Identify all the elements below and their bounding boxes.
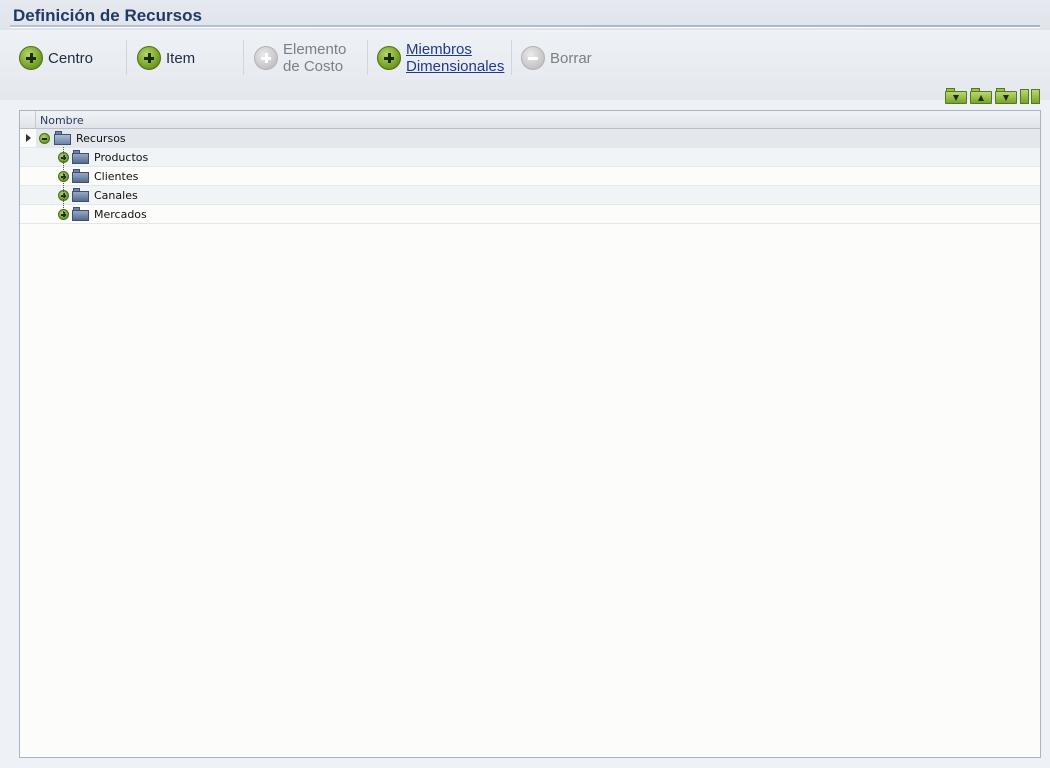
tree-row-clientes[interactable]: Clientes (20, 167, 1040, 186)
add-circle-icon (254, 46, 278, 70)
folder-open-icon (54, 131, 71, 145)
tree-row-productos[interactable]: Productos (20, 148, 1040, 167)
column-header-nombre[interactable]: Nombre (40, 114, 84, 127)
folder-move-up-icon[interactable] (970, 88, 992, 104)
delete-label: Borrar (550, 49, 592, 67)
toolbar-separator (367, 40, 368, 75)
folder-expand-icon[interactable] (995, 88, 1017, 104)
miembros-line-1: Miembros (406, 41, 472, 58)
header-corner (20, 111, 36, 129)
elemento-line-1: Elemento (283, 41, 347, 58)
toolbar-separator (243, 40, 244, 75)
add-elemento-de-costo-label: Elemento de Costo (283, 41, 346, 75)
add-circle-icon (137, 46, 161, 70)
folder-icon (72, 188, 89, 202)
folder-icon (72, 207, 89, 221)
add-item-button[interactable]: Item (137, 38, 195, 78)
tree-node-label: Productos (94, 151, 149, 164)
collapse-icon[interactable] (39, 133, 50, 144)
miembros-line-2: Dimensionales (406, 58, 505, 75)
tree-row-mercados[interactable]: Mercados (20, 205, 1040, 224)
row-indicator-icon (26, 134, 31, 142)
add-centro-label: Centro (48, 49, 94, 67)
add-item-label: Item (166, 49, 196, 67)
page-title: Definición de Recursos (13, 6, 202, 25)
tree-connector (63, 147, 64, 214)
title-divider-highlight (10, 27, 1040, 28)
tree-node-label: Clientes (94, 170, 139, 183)
delete-button[interactable]: Borrar (521, 38, 592, 78)
toolbar-separator (126, 40, 127, 75)
tree-node-label: Mercados (94, 208, 147, 221)
toolbar-separator (511, 40, 512, 75)
resource-tree: Nombre Recursos Productos Clientes Canal… (19, 110, 1041, 758)
elemento-line-2: de Costo (283, 58, 344, 75)
tree-node-label: Recursos (76, 132, 126, 145)
folder-icon (72, 150, 89, 164)
add-miembros-dimensionales-label[interactable]: Miembros Dimensionales (406, 41, 504, 75)
folder-icon (72, 169, 89, 183)
folder-move-down-icon[interactable] (945, 88, 967, 104)
add-centro-button[interactable]: Centro (19, 38, 93, 78)
remove-circle-icon (521, 46, 545, 70)
tree-node-label: Canales (94, 189, 138, 202)
columns-icon[interactable] (1020, 88, 1040, 104)
tree-row-recursos[interactable]: Recursos (20, 129, 1040, 148)
add-circle-icon (377, 46, 401, 70)
add-miembros-dimensionales-button[interactable]: Miembros Dimensionales (377, 38, 504, 78)
add-circle-icon (19, 46, 43, 70)
tree-row-canales[interactable]: Canales (20, 186, 1040, 205)
add-elemento-de-costo-button[interactable]: Elemento de Costo (254, 38, 346, 78)
row-background (36, 129, 1040, 148)
title-bar: Definición de Recursos (0, 0, 1050, 30)
tree-tools (945, 88, 1040, 104)
tree-header: Nombre (20, 111, 1040, 129)
